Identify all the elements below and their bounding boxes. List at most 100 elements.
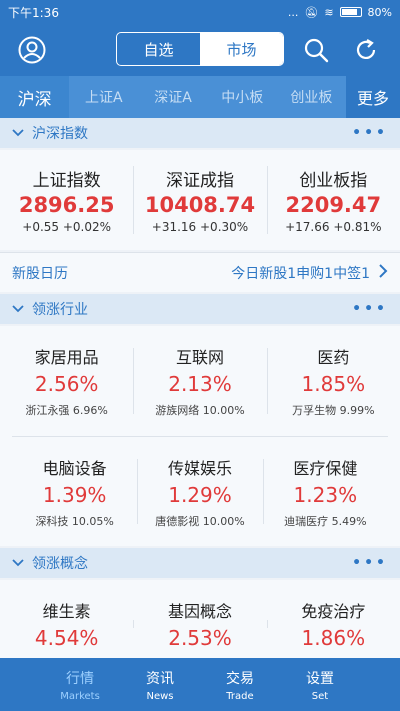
chevron-right-icon — [378, 263, 388, 283]
industry-leader: 迪瑞医疗 5.49% — [284, 514, 367, 528]
industry-leader: 浙江永强 6.96% — [25, 404, 108, 417]
status-time: 下午1:36 — [8, 5, 59, 20]
bottom-nav: 行情 Markets 资讯 News 交易 Trade 设置 Set — [0, 658, 400, 711]
industry-name: 家居用品 — [34, 348, 99, 367]
more-options-icon[interactable]: ••• — [352, 301, 388, 317]
ipo-summary: 今日新股1申购1中签1 — [231, 263, 388, 283]
nav-label: 设置 — [306, 670, 334, 687]
industry-cell[interactable]: 电脑设备 1.39% 深科技 10.05% — [12, 437, 137, 546]
concept-name: 免疫治疗 — [301, 602, 366, 621]
mute-icon: 🔕︎ — [304, 5, 319, 19]
index-name: 创业板指 — [299, 171, 368, 191]
index-card[interactable]: 创业板指 2209.47 +17.66 +0.81% — [266, 150, 400, 250]
signal-dots: ... — [287, 5, 299, 19]
industry-grid: 家居用品 2.56% 浙江永强 6.96% 互联网 2.13% 游族网络 10.… — [0, 326, 400, 546]
nav-label: 交易 — [226, 670, 254, 687]
index-card[interactable]: 上证指数 2896.25 +0.55 +0.02% — [0, 150, 133, 250]
segment-watchlist[interactable]: 自选 — [117, 33, 200, 65]
tab-chinext[interactable]: 创业板 — [277, 76, 346, 118]
index-name: 深证成指 — [165, 171, 234, 191]
market-tabs: 沪深 上证A 深证A 中小板 创业板 更多 — [0, 76, 400, 118]
industry-percent: 2.56% — [34, 372, 99, 396]
segment-control: 自选 市场 — [116, 32, 284, 66]
indices-section-header[interactable]: 沪深指数 ••• — [0, 118, 400, 148]
industry-name: 医疗保健 — [293, 458, 358, 478]
tab-sme-board[interactable]: 中小板 — [208, 76, 277, 118]
segment-market[interactable]: 市场 — [200, 33, 283, 65]
industry-name: 互联网 — [175, 348, 224, 367]
tab-shenzhen-a[interactable]: 深证A — [138, 76, 207, 118]
grid-row: 电脑设备 1.39% 深科技 10.05% 传媒娱乐 1.29% 唐德影视 10… — [12, 436, 388, 546]
wifi-icon: ≋ — [324, 5, 334, 19]
concept-cell[interactable]: 基因概念 2.53% — [133, 598, 266, 650]
nav-sublabel: Set — [311, 690, 329, 702]
index-change: +17.66 +0.81% — [285, 220, 382, 234]
more-options-icon[interactable]: ••• — [352, 555, 388, 571]
industry-percent: 2.13% — [168, 372, 232, 396]
industry-name: 电脑设备 — [42, 458, 107, 478]
industry-cell[interactable]: 互联网 2.13% 游族网络 10.00% — [133, 326, 266, 436]
index-change: +31.16 +0.30% — [151, 220, 249, 234]
search-icon[interactable] — [300, 34, 332, 66]
ipo-calendar-row[interactable]: 新股日历 今日新股1申购1中签1 — [0, 252, 400, 292]
industry-percent: 1.39% — [42, 482, 107, 507]
industry-percent: 1.29% — [168, 482, 232, 507]
concept-cell[interactable]: 维生素 4.54% — [0, 598, 133, 650]
concept-percent: 2.53% — [168, 626, 232, 650]
industry-percent: 1.23% — [293, 482, 358, 507]
index-card[interactable]: 深证成指 10408.74 +31.16 +0.30% — [133, 150, 266, 250]
section-title: 沪深指数 — [32, 126, 88, 142]
concept-name: 维生素 — [42, 602, 91, 621]
industry-cell[interactable]: 医药 1.85% 万孚生物 9.99% — [266, 326, 400, 436]
concept-name: 基因概念 — [167, 602, 232, 621]
chevron-down-icon — [12, 305, 24, 313]
nav-sublabel: News — [146, 690, 174, 702]
concept-grid: 维生素 4.54% 基因概念 2.53% 免疫治疗 1.86% — [0, 580, 400, 658]
industry-leader: 万孚生物 9.99% — [292, 404, 375, 417]
index-value: 10408.74 — [144, 193, 256, 217]
index-name: 上证指数 — [32, 171, 101, 191]
section-title: 领涨行业 — [32, 302, 88, 318]
ipo-summary-text: 今日新股1申购1中签1 — [231, 265, 370, 282]
concept-percent: 1.86% — [301, 626, 366, 650]
nav-sublabel: Trade — [226, 690, 254, 702]
tab-shanghai-a[interactable]: 上证A — [69, 76, 138, 118]
concept-section-header[interactable]: 领涨概念 ••• — [0, 548, 400, 578]
concept-percent: 4.54% — [34, 626, 99, 650]
industry-cell[interactable]: 医疗保健 1.23% 迪瑞医疗 5.49% — [262, 437, 388, 546]
ipo-calendar-label: 新股日历 — [12, 265, 68, 282]
app-header: 自选 市场 — [0, 24, 400, 76]
nav-label: 资讯 — [146, 670, 174, 687]
industry-cell[interactable]: 传媒娱乐 1.29% 唐德影视 10.00% — [137, 437, 262, 546]
chevron-down-icon — [12, 129, 24, 137]
chevron-down-icon — [12, 559, 24, 567]
industry-leader: 游族网络 10.00% — [155, 404, 245, 417]
battery-icon — [339, 7, 362, 17]
industry-leader: 深科技 10.05% — [35, 514, 114, 528]
tab-more[interactable]: 更多 — [346, 76, 400, 118]
index-change: +0.55 +0.02% — [22, 220, 112, 234]
battery-level: 80% — [367, 5, 392, 19]
more-options-icon[interactable]: ••• — [352, 125, 388, 141]
nav-label: 行情 — [66, 670, 94, 687]
status-bar: 下午1:36 ... 🔕︎ ≋ 80% — [0, 0, 400, 24]
concept-cell[interactable]: 免疫治疗 1.86% — [266, 598, 400, 650]
nav-trade[interactable]: 交易 Trade — [200, 658, 280, 711]
section-title: 领涨概念 — [32, 556, 88, 572]
industry-percent: 1.85% — [301, 372, 366, 396]
industry-cell[interactable]: 家居用品 2.56% 浙江永强 6.96% — [0, 326, 133, 436]
nav-markets[interactable]: 行情 Markets — [40, 658, 120, 711]
industry-leader: 唐德影视 10.00% — [155, 514, 245, 528]
tab-hushen[interactable]: 沪深 — [0, 76, 70, 118]
industry-section-header[interactable]: 领涨行业 ••• — [0, 294, 400, 324]
industry-name: 传媒娱乐 — [167, 458, 232, 478]
profile-icon[interactable] — [16, 34, 48, 66]
nav-news[interactable]: 资讯 News — [120, 658, 200, 711]
index-value: 2896.25 — [18, 193, 115, 217]
grid-row: 家居用品 2.56% 浙江永强 6.96% 互联网 2.13% 游族网络 10.… — [0, 326, 400, 436]
refresh-icon[interactable] — [350, 34, 382, 66]
grid-row: 维生素 4.54% 基因概念 2.53% 免疫治疗 1.86% — [0, 580, 400, 658]
nav-settings[interactable]: 设置 Set — [280, 658, 360, 711]
index-value: 2209.47 — [285, 193, 382, 217]
industry-name: 医药 — [317, 348, 350, 367]
